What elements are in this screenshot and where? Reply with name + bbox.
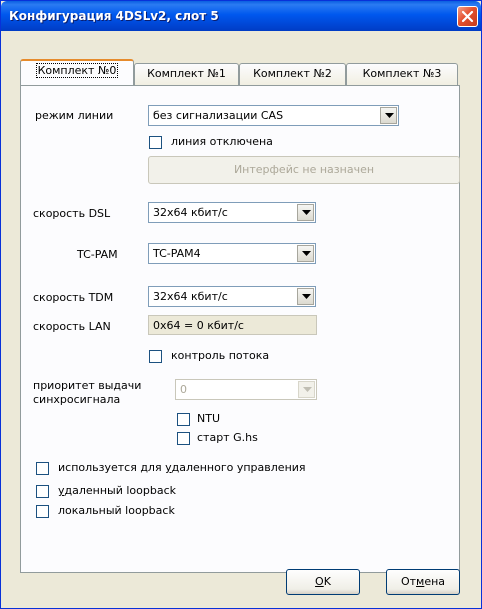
tc-pam-select[interactable]: TC-PAM4 [148, 243, 316, 264]
dialog-window: Конфигурация 4DSLv2, слот 5 Комплект №0 … [0, 0, 482, 609]
tab-kit-3[interactable]: Комплект №3 [346, 63, 458, 85]
remote-loopback-label: удаленный loopback [58, 484, 176, 497]
tab-kit-2[interactable]: Комплект №2 [239, 63, 346, 85]
tdm-speed-value: 32x64 кбит/с [153, 290, 228, 303]
lan-speed-value: 0x64 = 0 кбит/с [153, 319, 244, 332]
remote-loopback-label-post: даленный loopback [64, 484, 177, 497]
tdm-speed-label: скорость TDM [33, 291, 114, 304]
chevron-down-icon [302, 294, 311, 299]
flow-control-label: контроль потока [171, 349, 270, 362]
line-disabled-label: линия отключена [171, 135, 273, 148]
lan-speed-label: скорость LAN [33, 320, 111, 333]
title-bar[interactable]: Конфигурация 4DSLv2, слот 5 [1, 1, 481, 31]
cancel-button-post: ена [424, 575, 446, 588]
line-disabled-checkbox[interactable] [149, 136, 162, 149]
dropdown-button[interactable] [297, 204, 314, 221]
remote-control-label-post: даленного управления [171, 461, 306, 474]
ntu-checkbox[interactable] [177, 413, 190, 426]
interface-button[interactable]: Интерфейс не назначен [148, 156, 460, 184]
start-ghs-checkbox[interactable] [177, 432, 190, 445]
tc-pam-value: TC-PAM4 [153, 247, 201, 260]
interface-button-label: Интерфейс не назначен [233, 163, 375, 176]
dropdown-button[interactable] [297, 288, 314, 305]
remote-loopback-checkbox[interactable] [36, 485, 49, 498]
ok-button-accel: O [315, 575, 324, 588]
line-mode-label: режим линии [35, 109, 114, 122]
cancel-button[interactable]: Отмена [386, 569, 460, 595]
cancel-button-pre: От [400, 575, 417, 588]
dropdown-button[interactable] [298, 381, 315, 398]
tab-label: Комплект №2 [253, 67, 332, 80]
tc-pam-label: TC-PAM [77, 248, 118, 261]
ok-button[interactable]: OK [286, 569, 360, 595]
tab-kit-1[interactable]: Комплект №1 [134, 63, 239, 85]
tab-kit-0[interactable]: Комплект №0 [20, 59, 134, 85]
sync-priority-label-line2: синхросигнала [33, 393, 121, 406]
sync-priority-label-line1: приоритет выдачи [33, 379, 142, 392]
chevron-down-icon [302, 210, 311, 215]
line-mode-select[interactable]: без сигнализации CAS [148, 105, 399, 126]
window-title: Конфигурация 4DSLv2, слот 5 [9, 9, 219, 23]
tab-label: Комплект №1 [147, 67, 226, 80]
ntu-label: NTU [197, 412, 220, 425]
dsl-speed-select[interactable]: 32x64 кбит/с [148, 202, 316, 223]
dsl-speed-label: скорость DSL [33, 207, 111, 220]
chevron-down-icon [302, 251, 311, 256]
dropdown-button[interactable] [297, 245, 314, 262]
remote-control-checkbox[interactable] [36, 462, 49, 475]
lan-speed-field: 0x64 = 0 кбит/с [148, 315, 317, 335]
dsl-speed-value: 32x64 кбит/с [153, 206, 228, 219]
sync-priority-value: 0 [180, 383, 187, 396]
tdm-speed-select[interactable]: 32x64 кбит/с [148, 286, 316, 307]
tab-label: Комплект №0 [35, 63, 119, 78]
line-mode-value: без сигнализации CAS [153, 109, 284, 122]
remote-control-label-pre: используется для [58, 461, 166, 474]
remote-control-label: используется для удаленного управления [58, 461, 306, 474]
chevron-down-icon [385, 113, 394, 118]
close-icon [461, 10, 474, 23]
chevron-down-icon [303, 387, 312, 392]
local-loopback-label: локальный loopback [58, 504, 175, 517]
close-button[interactable] [457, 6, 478, 27]
ok-button-rest: K [323, 575, 331, 588]
sync-priority-select[interactable]: 0 [175, 379, 317, 400]
dropdown-button[interactable] [380, 107, 397, 124]
local-loopback-checkbox[interactable] [36, 505, 49, 518]
start-ghs-label: старт G.hs [197, 431, 258, 444]
tab-label: Комплект №3 [362, 67, 442, 80]
flow-control-checkbox[interactable] [149, 350, 162, 363]
